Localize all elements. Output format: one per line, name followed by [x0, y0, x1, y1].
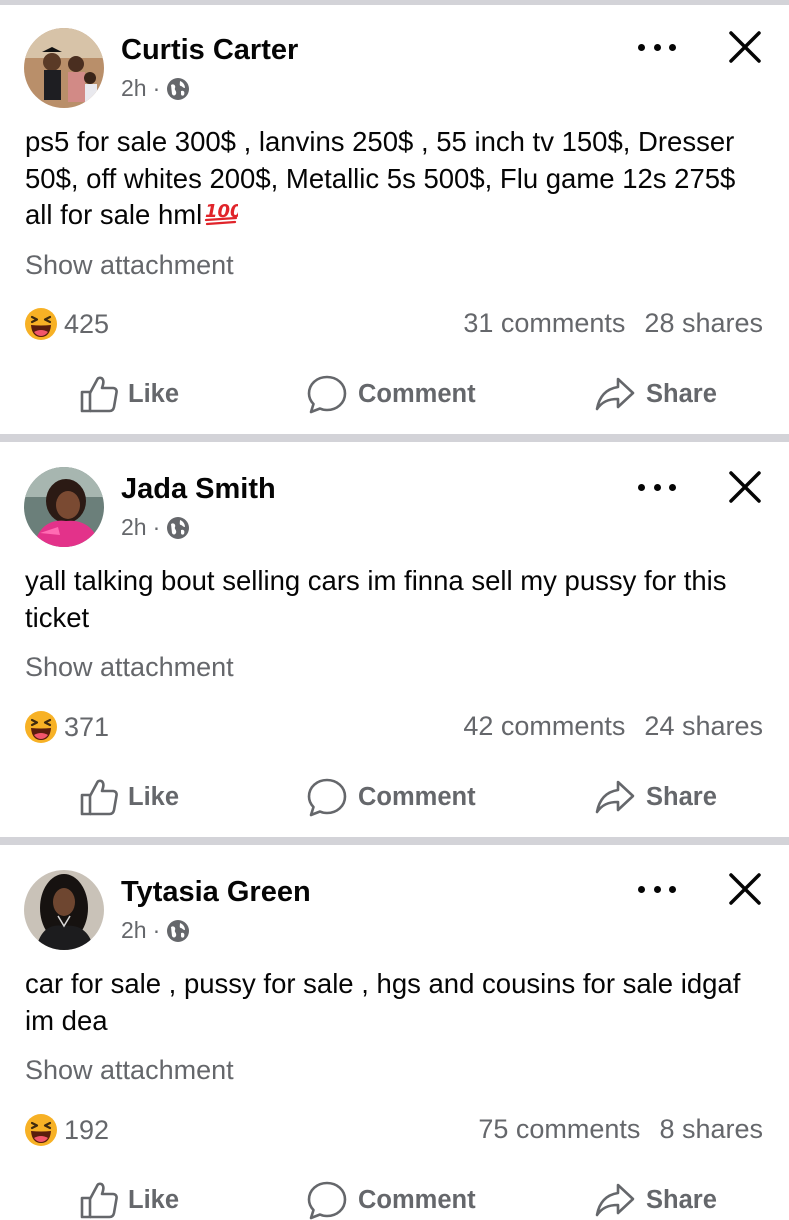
close-icon — [729, 471, 761, 503]
hide-post-button[interactable] — [726, 870, 764, 908]
avatar[interactable] — [24, 467, 104, 547]
show-attachment-link[interactable]: Show attachment — [25, 250, 234, 281]
share-label: Share — [646, 379, 717, 408]
close-icon — [729, 873, 761, 905]
comments-count[interactable]: 42 comments — [463, 711, 625, 742]
post-meta: 2h · — [121, 917, 190, 944]
share-label: Share — [646, 782, 717, 811]
hide-post-button[interactable] — [726, 28, 764, 66]
post-author-name[interactable]: Curtis Carter — [121, 34, 298, 67]
shares-count[interactable]: 28 shares — [644, 308, 763, 339]
post-time[interactable]: 2h — [121, 75, 147, 102]
like-label: Like — [128, 782, 180, 811]
post-text: ps5 for sale 300$ , lanvins 250$ , 55 in… — [25, 126, 736, 230]
more-horizontal-icon — [638, 885, 645, 893]
share-button[interactable]: Share — [594, 1180, 717, 1220]
post-author-name[interactable]: Jada Smith — [121, 473, 276, 506]
globe-icon — [167, 77, 190, 100]
like-button[interactable]: Like — [80, 374, 179, 414]
share-button[interactable]: Share — [594, 374, 717, 414]
post-text: car for sale , pussy for sale , hgs and … — [25, 968, 741, 1036]
reaction-count: 425 — [64, 308, 110, 339]
like-button[interactable]: Like — [80, 777, 179, 817]
post-text: yall talking bout selling cars im finna … — [25, 565, 727, 633]
share-arrow-icon — [595, 1183, 635, 1217]
meta-separator: · — [152, 917, 161, 943]
post-stats: 31 comments 28 shares — [463, 308, 763, 339]
comment-button[interactable]: Comment — [306, 777, 476, 817]
like-button[interactable]: Like — [80, 1180, 179, 1220]
post-time[interactable]: 2h — [121, 917, 147, 944]
like-label: Like — [128, 379, 180, 408]
hide-post-button[interactable] — [726, 468, 764, 506]
post-author-name[interactable]: Tytasia Green — [121, 876, 311, 909]
haha-reaction-icon — [25, 1114, 57, 1146]
share-label: Share — [646, 1185, 717, 1214]
reaction-summary[interactable]: 192 — [24, 1113, 109, 1147]
post-stats: 42 comments 24 shares — [463, 711, 763, 742]
show-attachment-link[interactable]: Show attachment — [25, 652, 234, 683]
avatar[interactable] — [24, 870, 104, 950]
more-options-button[interactable] — [638, 477, 676, 497]
haha-reaction-icon — [25, 308, 57, 340]
feed-divider — [0, 0, 789, 5]
share-arrow-icon — [595, 377, 635, 411]
haha-reaction-icon — [25, 711, 57, 743]
reaction-summary[interactable]: 425 — [24, 307, 109, 341]
share-arrow-icon — [595, 780, 635, 814]
show-attachment-link[interactable]: Show attachment — [25, 1055, 234, 1086]
shares-count[interactable]: 24 shares — [644, 711, 763, 742]
comments-count[interactable]: 31 comments — [463, 308, 625, 339]
feed-divider — [0, 837, 789, 845]
close-icon — [729, 31, 761, 63]
comment-label: Comment — [358, 782, 476, 811]
share-button[interactable]: Share — [594, 777, 717, 817]
speech-bubble-icon — [307, 778, 347, 817]
reaction-count: 371 — [64, 711, 110, 742]
comment-label: Comment — [358, 379, 476, 408]
meta-separator: · — [152, 75, 161, 101]
post-stats: 75 comments 8 shares — [478, 1114, 763, 1145]
avatar[interactable] — [24, 28, 104, 108]
feed-divider — [0, 434, 789, 442]
like-label: Like — [128, 1185, 180, 1214]
comment-button[interactable]: Comment — [306, 374, 476, 414]
reaction-count: 192 — [64, 1114, 110, 1145]
meta-separator: · — [152, 514, 161, 540]
thumbs-up-icon — [80, 779, 118, 816]
more-options-button[interactable] — [638, 879, 676, 899]
globe-icon — [167, 516, 190, 539]
thumbs-up-icon — [80, 376, 118, 413]
more-horizontal-icon — [638, 43, 645, 51]
post-time[interactable]: 2h — [121, 514, 147, 541]
reaction-summary[interactable]: 371 — [24, 710, 109, 744]
comment-label: Comment — [358, 1185, 476, 1214]
globe-icon — [167, 919, 190, 942]
post-meta: 2h · — [121, 75, 190, 102]
more-horizontal-icon — [638, 483, 645, 491]
thumbs-up-icon — [80, 1182, 118, 1219]
more-options-button[interactable] — [638, 37, 676, 57]
post-meta: 2h · — [121, 514, 190, 541]
comment-button[interactable]: Comment — [306, 1180, 476, 1220]
shares-count[interactable]: 8 shares — [659, 1114, 763, 1145]
speech-bubble-icon — [307, 1181, 347, 1220]
speech-bubble-icon — [307, 375, 347, 414]
comments-count[interactable]: 75 comments — [478, 1114, 640, 1145]
hundred-points-emoji: 100 — [205, 201, 243, 226]
